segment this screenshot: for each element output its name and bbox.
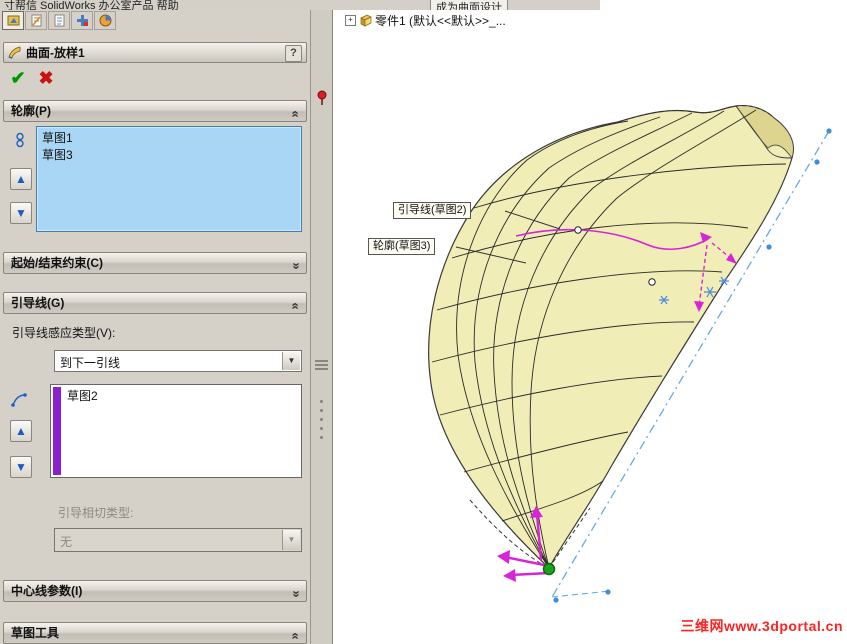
profiles-icon: [16, 132, 24, 148]
collapse-chevron-icon[interactable]: [285, 632, 305, 639]
dropdown-arrow-icon: ▼: [282, 530, 300, 550]
ok-button[interactable]: ✔: [6, 66, 30, 90]
tree-expand-icon[interactable]: +: [345, 15, 356, 26]
help-button[interactable]: ?: [285, 45, 302, 62]
tab-configurationmanager[interactable]: [48, 11, 70, 30]
guides-move-down-button[interactable]: ▼: [10, 456, 32, 478]
manager-tabs: [2, 11, 116, 31]
construction-line-short[interactable]: [551, 590, 611, 598]
watermark-text: 三维网www.3dportal.cn: [680, 618, 843, 634]
tangency-type-value: 无: [60, 535, 73, 549]
section-header-centerline[interactable]: 中心线参数(I): [3, 580, 307, 602]
section-title-profiles: 轮廓(P): [11, 104, 51, 118]
list-item-guide[interactable]: 草图2: [67, 388, 98, 405]
tree-root-label[interactable]: 零件1 (默认<<默认>>_...: [375, 12, 506, 29]
guide-curves-selection-list[interactable]: 草图2: [50, 384, 302, 478]
profiles-move-down-button[interactable]: ▼: [10, 202, 32, 224]
section-title-centerline: 中心线参数(I): [11, 584, 83, 598]
surface-loft-icon: [8, 46, 21, 59]
section-title-sketch-tools: 草图工具: [11, 626, 60, 640]
section-header-guides[interactable]: 引导线(G): [3, 292, 307, 314]
tangency-type-label: 引导相切类型:: [58, 506, 134, 520]
pin-icon[interactable]: [315, 90, 329, 106]
confirm-row: ✔ ✖: [6, 66, 58, 92]
property-manager-panel: 曲面-放样1 ? ✔ ✖ 轮廓(P) 草图1 草图3 ▲ ▼ 起始/结束约束(C…: [0, 10, 311, 644]
start-point[interactable]: [542, 562, 556, 576]
tangency-type-combobox: 无 ▼: [54, 528, 302, 552]
profiles-move-up-button[interactable]: ▲: [10, 168, 32, 190]
toolbar-button-fragment[interactable]: 成为曲面设计: [430, 0, 508, 10]
clipped-toolbar: 寸帮信 SolidWorks 办公室产品 帮助 成为曲面设计: [0, 0, 600, 10]
section-header-start-end[interactable]: 起始/结束约束(C): [3, 252, 307, 274]
part-icon: [360, 14, 372, 27]
collapse-chevron-icon[interactable]: [285, 110, 305, 117]
section-title-start-end: 起始/结束约束(C): [11, 256, 103, 270]
expand-chevron-icon[interactable]: [285, 262, 305, 269]
tab-displaymanager[interactable]: [94, 11, 116, 30]
feature-tree-root[interactable]: + 零件1 (默认<<默认>>_...: [345, 12, 506, 29]
loft-surface[interactable]: [428, 105, 794, 569]
guide-selection-stripe: [53, 387, 61, 475]
panel-title: 曲面-放样1: [26, 46, 85, 60]
collapse-chevron-icon[interactable]: [285, 302, 305, 309]
property-manager-titlebar: 曲面-放样1 ?: [3, 42, 307, 63]
callout-guide-line[interactable]: 引导线(草图2): [393, 202, 472, 219]
section-title-guides: 引导线(G): [11, 296, 65, 310]
splitter-handle-icon[interactable]: [315, 358, 328, 372]
expand-chevron-icon[interactable]: [285, 590, 305, 597]
cancel-button[interactable]: ✖: [34, 66, 58, 90]
callout-profile[interactable]: 轮廓(草图3): [368, 238, 436, 255]
panel-splitter-strip[interactable]: [311, 10, 333, 644]
guide-curves-icon: [11, 393, 27, 407]
section-header-sketch-tools[interactable]: 草图工具: [3, 622, 307, 644]
tab-dimxpertmanager[interactable]: [71, 11, 93, 30]
list-item-profile[interactable]: 草图1: [42, 130, 296, 147]
model-3d-view[interactable]: [333, 0, 847, 644]
influence-type-combobox[interactable]: 到下一引线 ▼: [54, 350, 302, 372]
tab-featuremanager[interactable]: [25, 11, 47, 30]
splitter-grip-icon[interactable]: [320, 400, 323, 403]
section-header-profiles[interactable]: 轮廓(P): [3, 100, 307, 122]
toolbar-text-fragment: 寸帮信 SolidWorks 办公室产品 帮助: [4, 0, 179, 10]
solidworks-window: + 零件1 (默认<<默认>>_... 引导线(草图2) 轮廓(草图3) 三维网…: [0, 0, 847, 644]
tab-propertymanager[interactable]: [2, 11, 24, 30]
graphics-area[interactable]: + 零件1 (默认<<默认>>_... 引导线(草图2) 轮廓(草图3) 三维网…: [333, 0, 847, 644]
profiles-selection-list[interactable]: 草图1 草图3: [36, 126, 302, 232]
guides-move-up-button[interactable]: ▲: [10, 420, 32, 442]
influence-type-label: 引导线感应类型(V):: [12, 326, 116, 340]
list-item-profile[interactable]: 草图3: [42, 147, 296, 164]
influence-type-value: 到下一引线: [60, 356, 121, 370]
dropdown-arrow-icon[interactable]: ▼: [282, 352, 300, 370]
